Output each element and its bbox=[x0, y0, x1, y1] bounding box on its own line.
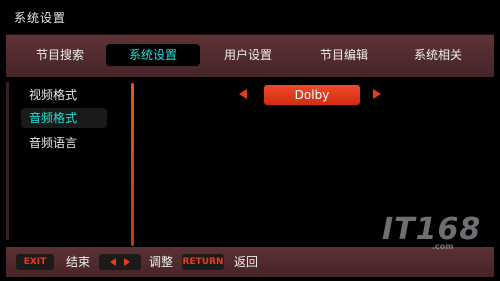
arrow-right-icon[interactable] bbox=[373, 89, 381, 99]
tab-bar: 节目搜索 系统设置 用户设置 节目编辑 系统相关 bbox=[6, 34, 494, 77]
left-arrow-icon bbox=[110, 257, 116, 266]
menu-item-audio-language[interactable]: 音频语言 bbox=[21, 133, 107, 153]
arrow-left-icon[interactable] bbox=[239, 89, 247, 99]
watermark-logo: IT168 .com bbox=[372, 212, 484, 254]
exit-label: 结束 bbox=[66, 255, 91, 269]
exit-key: EXIT bbox=[16, 254, 54, 270]
tab-system-related[interactable]: 系统相关 bbox=[402, 44, 474, 66]
right-arrow-icon bbox=[124, 257, 130, 266]
watermark-sub: .com bbox=[432, 242, 454, 251]
setting-value[interactable]: Dolby bbox=[264, 85, 360, 105]
menu-item-video-format[interactable]: 视频格式 bbox=[21, 85, 107, 105]
menu-item-audio-format[interactable]: 音频格式 bbox=[21, 108, 107, 128]
tv-settings-screen: 系统设置 节目搜索 系统设置 用户设置 节目编辑 系统相关 视频格式 音频格式 … bbox=[0, 0, 500, 281]
adjust-label: 调整 bbox=[149, 255, 174, 269]
tab-system-settings[interactable]: 系统设置 bbox=[106, 44, 200, 66]
left-right-key bbox=[99, 254, 141, 270]
tab-user-settings[interactable]: 用户设置 bbox=[212, 44, 284, 66]
return-key: RETURN bbox=[182, 254, 224, 270]
return-label: 返回 bbox=[234, 255, 259, 269]
vertical-divider bbox=[131, 83, 134, 246]
tab-program-search[interactable]: 节目搜索 bbox=[24, 44, 96, 66]
tab-program-edit[interactable]: 节目编辑 bbox=[308, 44, 380, 66]
window-title: 系统设置 bbox=[14, 11, 67, 25]
